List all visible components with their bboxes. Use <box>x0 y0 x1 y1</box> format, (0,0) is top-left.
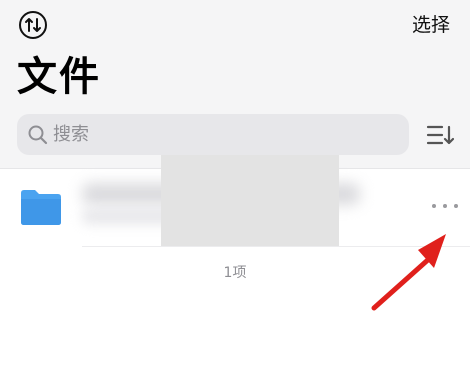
ellipsis-dot-icon <box>443 204 447 208</box>
folder-icon <box>21 190 61 225</box>
header: 选择 文件 <box>0 0 470 168</box>
select-button[interactable]: 选择 <box>412 12 450 38</box>
sort-arrows-circle-icon[interactable] <box>18 10 48 40</box>
red-arrow-annotation-icon <box>371 234 446 311</box>
ellipsis-dot-icon <box>432 204 436 208</box>
sort-list-icon[interactable] <box>426 122 454 148</box>
page-title: 文件 <box>17 54 101 100</box>
ellipsis-dot-icon <box>454 204 458 208</box>
search-icon <box>28 125 48 145</box>
redaction-box <box>161 155 339 247</box>
search-bar[interactable] <box>17 114 409 155</box>
search-input[interactable] <box>53 119 393 149</box>
more-options-button[interactable] <box>432 199 458 213</box>
